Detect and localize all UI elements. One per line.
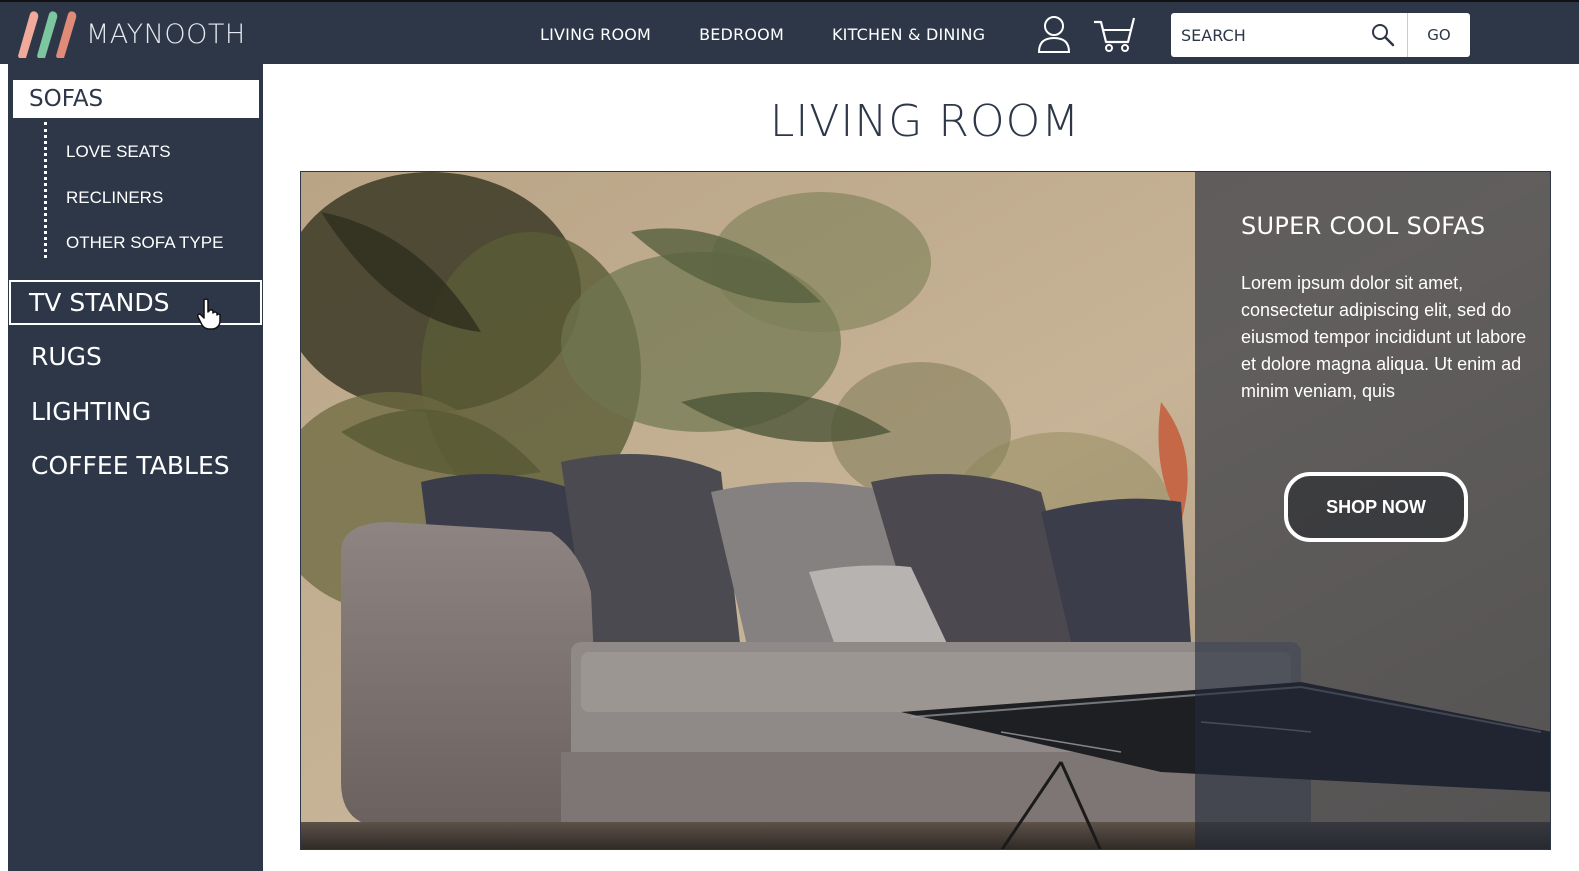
nav-bedroom[interactable]: BEDROOM — [699, 25, 784, 44]
sidebar-item-tv-stands[interactable]: TV STANDS — [9, 280, 262, 325]
sofa-subcategory-list: LOVE SEATS RECLINERS OTHER SOFA TYPE — [44, 122, 254, 258]
category-sidebar: SOFAS LOVE SEATS RECLINERS OTHER SOFA TY… — [8, 64, 263, 871]
main-nav: LIVING ROOM BEDROOM KITCHEN & DINING — [520, 2, 1033, 66]
hero-banner: SUPER COOL SOFAS Lorem ipsum dolor sit a… — [300, 171, 1551, 850]
promo-panel: SUPER COOL SOFAS Lorem ipsum dolor sit a… — [1195, 172, 1550, 849]
hand-cursor-icon — [197, 298, 221, 330]
subitem-love-seats[interactable]: LOVE SEATS — [66, 142, 171, 162]
subitem-other-sofa-type[interactable]: OTHER SOFA TYPE — [66, 233, 223, 253]
promo-title: SUPER COOL SOFAS — [1241, 212, 1486, 240]
search-input[interactable] — [1171, 13, 1361, 57]
promo-description: Lorem ipsum dolor sit amet, consectetur … — [1241, 273, 1527, 401]
page-title: LIVING ROOM — [769, 96, 1081, 147]
shop-now-button[interactable]: SHOP NOW — [1284, 472, 1468, 542]
brand-name: MAYNOOTH — [86, 18, 246, 50]
page: MAYNOOTH LIVING ROOM BEDROOM KITCHEN & D… — [0, 0, 1579, 871]
nav-kitchen-dining[interactable]: KITCHEN & DINING — [832, 25, 985, 44]
top-navigation-bar: MAYNOOTH LIVING ROOM BEDROOM KITCHEN & D… — [0, 0, 1579, 64]
sidebar-item-coffee-tables[interactable]: COFFEE TABLES — [31, 451, 230, 480]
nav-living-room[interactable]: LIVING ROOM — [540, 25, 651, 44]
cart-icon[interactable] — [1092, 14, 1136, 54]
user-icon[interactable] — [1034, 14, 1078, 54]
sidebar-item-sofas[interactable]: SOFAS — [11, 78, 261, 120]
search-box — [1171, 13, 1407, 57]
subitem-recliners[interactable]: RECLINERS — [66, 188, 163, 208]
search-icon[interactable] — [1371, 23, 1395, 47]
logo-stripes-icon — [18, 11, 77, 58]
sidebar-item-rugs[interactable]: RUGS — [31, 342, 102, 371]
sidebar-item-lighting[interactable]: LIGHTING — [31, 397, 151, 426]
search-go-button[interactable]: GO — [1407, 13, 1470, 57]
brand-logo[interactable]: MAYNOOTH — [10, 10, 246, 58]
